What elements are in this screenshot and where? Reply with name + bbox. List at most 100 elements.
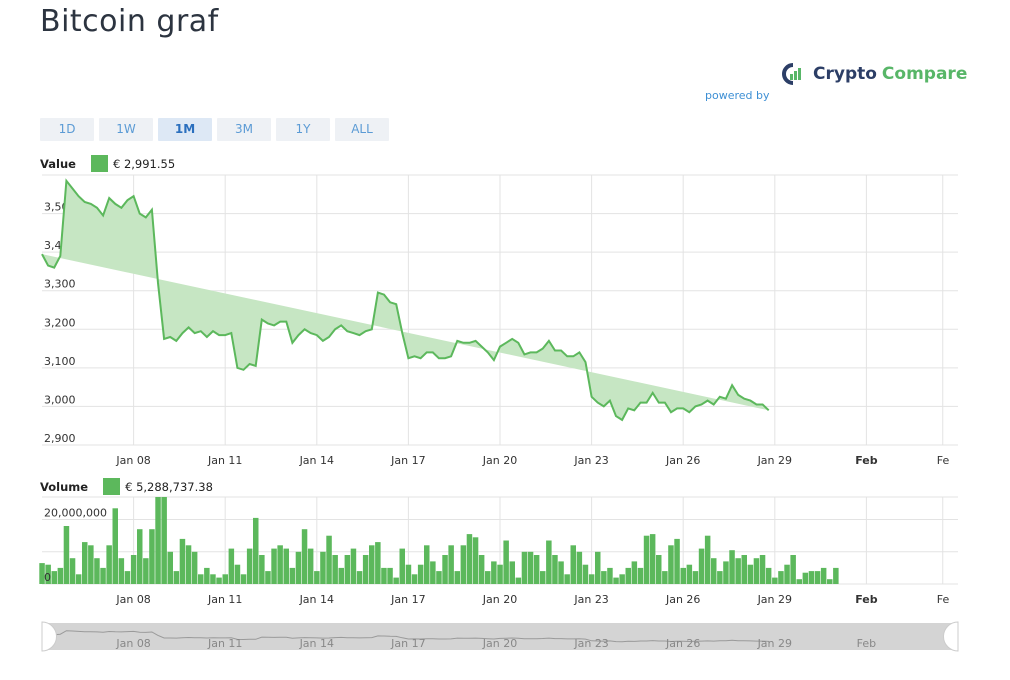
volume-bar [362,555,369,584]
volume-bar [472,537,479,584]
volume-bar [662,571,668,584]
volume-bar [619,574,625,584]
navigator-x-tick-label: Jan 17 [390,637,425,650]
volume-bar [833,567,839,584]
volume-bar [332,555,338,584]
volume-bar [75,574,82,584]
volume-x-tick-label: Jan 20 [482,593,517,606]
volume-bar [57,567,64,584]
volume-bar [808,571,815,584]
volume-bar [546,540,552,584]
volume-bar [796,579,802,584]
price-x-tick-label: Fe [937,454,950,467]
volume-bar [118,558,125,584]
volume-bar [167,551,173,584]
price-x-tick-label: Jan 26 [665,454,700,467]
volume-bar [552,555,558,584]
volume-bar [582,564,589,584]
volume-bar [558,561,564,584]
volume-bar [698,548,705,584]
volume-bar [344,555,351,584]
volume-bar [82,542,88,584]
price-y-tick-label: 2,900 [44,432,76,445]
volume-bar [240,574,247,584]
volume-bar [307,548,314,584]
volume-bar [112,508,118,584]
volume-bar [198,574,204,584]
volume-x-tick-label: Jan 29 [757,593,792,606]
volume-bar [503,540,509,584]
bitcoin-chart[interactable]: 2,9003,0003,1003,2003,3003,4003,500 Jan … [0,0,1010,680]
volume-bar [338,567,344,584]
price-x-tick-label: Feb [855,454,878,467]
volume-bar [289,567,296,584]
volume-bar [320,551,326,584]
volume-bar [173,571,180,584]
volume-bar [637,567,644,584]
volume-bar [51,571,57,584]
volume-bar [717,571,723,584]
volume-bar [265,571,271,584]
volume-bar [130,555,137,584]
volume-bar [643,535,650,584]
navigator-x-tick-label: Jan 08 [115,637,150,650]
navigator: Jan 08 Jan 11 Jan 14 Jan 17 Jan 20 Jan 23 Jan … [41,621,959,652]
price-area [42,180,769,420]
volume-bar [759,555,766,584]
volume-bar [814,571,821,584]
price-y-tick-label: 3,100 [44,355,76,368]
volume-y-tick-label: 20,000,000 [44,507,107,520]
volume-bar [778,571,784,584]
volume-bar [179,538,186,584]
volume-bar [387,567,393,584]
price-x-tick-label: Jan 14 [299,454,334,467]
volume-x-tick-label: Fe [937,593,950,606]
navigator-x-tick-label: Jan 23 [573,637,608,650]
volume-bar [607,567,613,584]
volume-bar [521,551,528,584]
volume-bar [460,545,467,584]
volume-bar [588,574,595,584]
volume-bar [295,551,302,584]
volume-bar [185,545,192,584]
volume-bar [393,577,399,584]
volume-x-tick-label: Jan 14 [299,593,334,606]
volume-bar [143,558,149,584]
volume-bar [369,545,375,584]
volume-bar [253,517,259,584]
volume-bar [765,567,772,584]
volume-bar [827,579,833,584]
price-x-tick-label: Jan 08 [115,454,150,467]
volume-bar [497,564,503,584]
price-y-tick-label: 3,300 [44,278,76,291]
volume-bar [161,497,167,584]
volume-bar [668,545,674,584]
volume-bar [576,551,583,584]
volume-bar [729,550,735,584]
volume-bar [399,548,405,584]
volume-x-tick-label: Jan 23 [573,593,608,606]
navigator-x-tick-label: Jan 20 [482,637,517,650]
volume-bar [564,574,570,584]
navigator-x-tick-label: Jan 14 [299,637,334,650]
volume-bar [100,567,106,584]
price-x-tick-label: Jan 17 [390,454,425,467]
volume-bar [326,535,332,584]
volume-bar [405,564,412,584]
volume-bar [442,555,448,584]
price-x-axis: Jan 08 Jan 11 Jan 14 Jan 17 Jan 20 Jan 23 Jan … [115,454,949,467]
navigator-x-tick-label: Jan 11 [207,637,242,650]
volume-bar [772,577,778,584]
volume-bar [485,571,491,584]
volume-bar [595,551,601,584]
volume-bar [466,534,473,584]
volume-bar [314,571,320,584]
volume-bar [222,574,228,584]
price-x-tick-label: Jan 20 [482,454,517,467]
volume-bar [478,555,485,584]
volume-x-tick-label: Feb [855,593,878,606]
volume-bar [246,548,253,584]
price-x-tick-label: Jan 23 [573,454,608,467]
volume-bar [753,558,760,584]
volume-bar [613,577,619,584]
